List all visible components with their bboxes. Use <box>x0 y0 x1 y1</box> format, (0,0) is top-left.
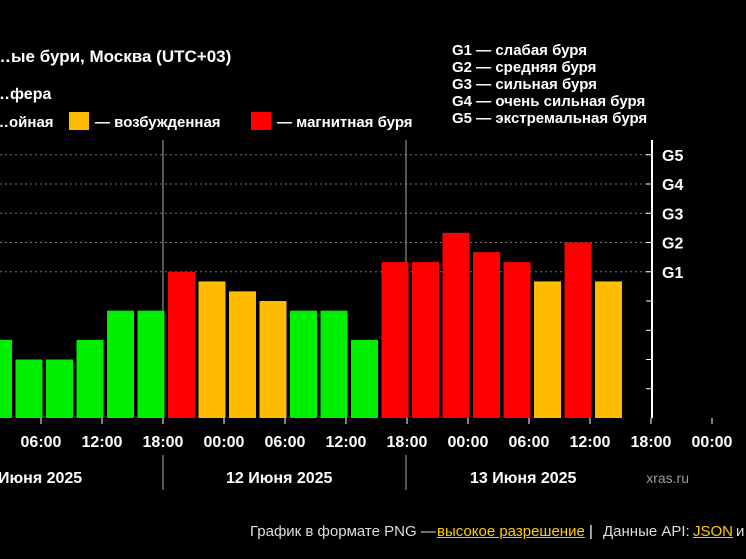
x-tick-label: 00:00 <box>448 434 489 451</box>
bar <box>595 281 622 418</box>
x-tick-label: 12:00 <box>326 434 367 451</box>
x-tick-label: 18:00 <box>143 434 184 451</box>
footer-separator: | <box>589 523 593 540</box>
bar <box>442 232 470 418</box>
bar <box>168 271 195 418</box>
footer-png-text: График в формате PNG — <box>250 523 436 540</box>
footer-api-text: Данные API: <box>603 523 690 540</box>
x-tick-label: 18:00 <box>631 434 672 451</box>
footer-tail-text: и <box>736 523 745 540</box>
x-tick-label: 12:00 <box>570 434 611 451</box>
g-level-label: G3 <box>662 206 683 223</box>
bar <box>290 310 317 418</box>
storm-scale-item: G1 — слабая буря <box>452 42 587 59</box>
bar <box>412 262 439 418</box>
bar <box>76 339 104 418</box>
x-tick-label: 00:00 <box>692 434 733 451</box>
bar <box>15 359 43 418</box>
bar <box>320 310 348 418</box>
bar <box>198 281 226 418</box>
bar <box>473 252 500 418</box>
date-label: 13 Июня 2025 <box>470 470 577 487</box>
storm-scale-item: G5 — экстремальная буря <box>452 110 647 127</box>
g-level-label: G4 <box>662 177 683 194</box>
legend-label: — магнитная буря <box>277 114 413 131</box>
x-tick-label: 12:00 <box>82 434 123 451</box>
bar <box>564 242 592 418</box>
g-level-label: G5 <box>662 148 683 165</box>
storm-scale-item: G4 — очень сильная буря <box>452 93 645 110</box>
storm-scale-item: G3 — сильная буря <box>452 76 597 93</box>
date-label: …Июня 2025 <box>0 470 82 487</box>
bar <box>503 262 531 418</box>
bar <box>229 291 256 418</box>
bars <box>0 232 622 418</box>
legend-label: …ойная <box>0 114 54 131</box>
legend-label: — возбужденная <box>95 114 221 131</box>
watermark: xras.ru <box>646 470 689 486</box>
json-link[interactable]: JSON <box>693 523 733 540</box>
bar <box>107 310 134 418</box>
chart-texts: G1 G2 G3 G4 G5 00:00 06:00 12:00 18:00 00:00 06:00… <box>0 42 733 487</box>
bar <box>534 281 561 418</box>
storm-scale-item: G2 — средняя буря <box>452 59 596 76</box>
bar <box>46 359 73 418</box>
legend-swatch <box>251 112 271 130</box>
x-tick-label: 00:00 <box>0 434 1 451</box>
bar <box>351 339 378 418</box>
x-tick-label: 06:00 <box>21 434 62 451</box>
bar <box>137 310 165 418</box>
x-tick-label: 06:00 <box>265 434 306 451</box>
bar <box>381 262 409 418</box>
g-level-label: G1 <box>662 265 683 282</box>
high-resolution-link[interactable]: высокое разрешение <box>437 523 585 540</box>
legend-swatch <box>69 112 89 130</box>
bar <box>259 301 287 418</box>
x-tick-label: 18:00 <box>387 434 428 451</box>
g-level-label: G2 <box>662 236 683 253</box>
x-tick-label: 00:00 <box>204 434 245 451</box>
bar <box>0 339 12 418</box>
x-tick-label: 06:00 <box>509 434 550 451</box>
footer: График в формате PNG — высокое разрешени… <box>0 512 746 559</box>
chart-subtitle: …фера <box>0 86 51 103</box>
chart: G1 G2 G3 G4 G5 00:00 06:00 12:00 18:00 00:00 06:00… <box>0 42 733 490</box>
chart-title: …ые бури, Москва (UTC+03) <box>0 47 231 66</box>
date-label: 12 Июня 2025 <box>226 470 333 487</box>
